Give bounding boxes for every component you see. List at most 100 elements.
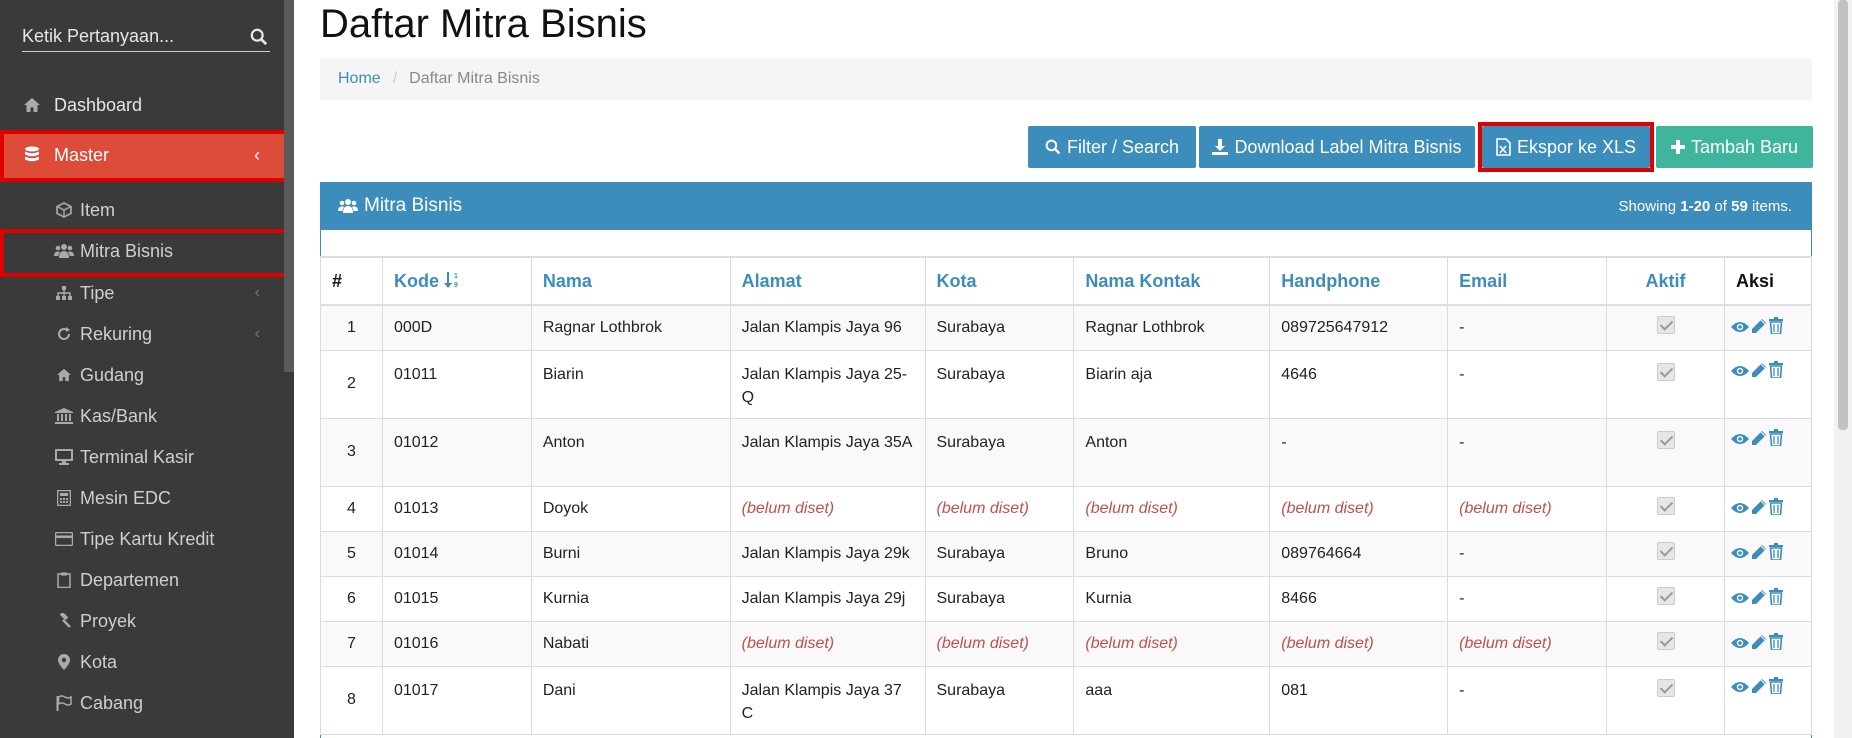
button-label: Filter / Search — [1066, 136, 1180, 157]
active-checkbox — [1656, 497, 1675, 515]
sidebar-scrollbar[interactable] — [284, 0, 294, 372]
add-new-button[interactable]: Tambah Baru — [1656, 126, 1813, 168]
cell-kode: 01013 — [381, 485, 532, 532]
panel-title: Mitra Bisnis — [364, 195, 463, 216]
col-header-nama[interactable]: Nama — [530, 256, 731, 306]
view-icon[interactable] — [1730, 320, 1749, 334]
view-icon[interactable] — [1730, 364, 1749, 378]
delete-icon[interactable] — [1768, 428, 1783, 446]
sidebar-item-terminal-kasir[interactable]: Terminal Kasir — [0, 437, 284, 477]
view-icon[interactable] — [1730, 680, 1749, 694]
download-label-button[interactable]: Download Label Mitra Bisnis — [1199, 126, 1475, 168]
cell-kota: (belum diset) — [924, 485, 1075, 532]
col-header-handphone[interactable]: Handphone — [1269, 256, 1449, 306]
sidebar-item-label: Mitra Bisnis — [80, 240, 174, 261]
cell-number: 4 — [320, 485, 383, 532]
sidebar-item-master[interactable]: Master ‹ — [0, 130, 284, 180]
cell-email: - — [1447, 665, 1608, 735]
view-icon[interactable] — [1730, 591, 1749, 605]
sidebar-item-dashboard[interactable]: Dashboard — [0, 80, 284, 130]
delete-icon[interactable] — [1768, 676, 1783, 694]
active-checkbox — [1656, 316, 1675, 335]
sidebar-item-label: Tipe Kartu Kredit — [80, 528, 215, 549]
sidebar-item-item[interactable]: Item — [0, 190, 284, 230]
sidebar-item-departemen[interactable]: Departemen — [0, 560, 284, 600]
filter-search-button[interactable]: Filter / Search — [1028, 126, 1196, 168]
cell-alamat: Jalan Klampis Jaya 29k — [729, 530, 926, 577]
cell-kode: 01014 — [381, 530, 532, 577]
cell-email: - — [1447, 575, 1608, 622]
cell-nama: Kurnia — [530, 575, 731, 622]
sitemap-icon — [54, 283, 74, 303]
sidebar-item-label: Gudang — [80, 364, 145, 385]
sidebar-item-kota[interactable]: Kota — [0, 642, 284, 682]
view-icon[interactable] — [1730, 432, 1749, 446]
cell-alamat: Jalan Klampis Jaya 96 — [729, 304, 926, 351]
edit-icon[interactable] — [1751, 362, 1767, 378]
edit-icon[interactable] — [1751, 499, 1767, 515]
sidebar-item-mesin-edc[interactable]: Mesin EDC — [0, 478, 284, 518]
cell-kota: Surabaya — [924, 349, 1075, 419]
cell-kode: 01015 — [381, 575, 532, 622]
cell-kota: Surabaya — [924, 665, 1075, 735]
summary-prefix: Showing — [1618, 197, 1681, 215]
table-row: 7 01016 Nabati (belum diset) (belum diset) (b… — [320, 620, 1813, 667]
delete-icon[interactable] — [1768, 632, 1783, 650]
edit-icon[interactable] — [1751, 430, 1767, 446]
search-input[interactable] — [22, 22, 242, 50]
sidebar-item-label: Mesin EDC — [80, 487, 172, 508]
sidebar-item-cabang[interactable]: Cabang — [0, 683, 284, 723]
view-icon[interactable] — [1730, 501, 1749, 515]
delete-icon[interactable] — [1768, 360, 1783, 378]
file-excel-icon — [1496, 138, 1511, 156]
col-header-kota[interactable]: Kota — [924, 256, 1075, 306]
delete-icon[interactable] — [1768, 542, 1783, 560]
sidebar-item-tipe[interactable]: Tipe ‹ — [0, 273, 284, 313]
button-label: Ekspor ke XLS — [1516, 136, 1637, 157]
export-xls-button[interactable]: Ekspor ke XLS — [1482, 126, 1650, 168]
search-icon[interactable] — [250, 28, 268, 46]
delete-icon[interactable] — [1768, 316, 1783, 334]
cell-aksi — [1723, 575, 1813, 622]
pagination-summary: Showing 1-20 of 59 items. — [1619, 198, 1792, 215]
sidebar-item-kas-bank[interactable]: Kas/Bank — [0, 396, 284, 436]
edit-icon[interactable] — [1751, 544, 1767, 560]
delete-icon[interactable] — [1768, 497, 1783, 515]
cell-aktif — [1606, 304, 1725, 351]
col-header-nama-kontak[interactable]: Nama Kontak — [1073, 256, 1271, 306]
users-icon — [338, 199, 358, 213]
table-row: 6 01015 Kurnia Jalan Klampis Jaya 29j Suraba… — [320, 575, 1813, 622]
cell-nama: Burni — [530, 530, 731, 577]
edit-icon[interactable] — [1751, 678, 1767, 694]
col-header-alamat[interactable]: Alamat — [729, 256, 926, 306]
cell-alamat: (belum diset) — [729, 620, 926, 667]
cell-aktif — [1606, 575, 1725, 622]
cell-nama: Nabati — [530, 620, 731, 667]
breadcrumb-home-link[interactable]: Home — [338, 70, 381, 88]
cell-aktif — [1606, 349, 1725, 419]
cell-nama-kontak: (belum diset) — [1073, 485, 1271, 532]
cell-nama: Anton — [530, 417, 731, 487]
sidebar-item-rekuring[interactable]: Rekuring ‹ — [0, 314, 284, 354]
cell-alamat: Jalan Klampis Jaya 29j — [729, 575, 926, 622]
col-header-aktif[interactable]: Aktif — [1606, 256, 1725, 306]
edit-icon[interactable] — [1751, 634, 1767, 650]
edit-icon[interactable] — [1751, 318, 1767, 334]
scrollbar-thumb[interactable] — [1838, 0, 1848, 430]
view-icon[interactable] — [1730, 546, 1749, 560]
edit-icon[interactable] — [1751, 589, 1767, 605]
sidebar-item-label: Item — [80, 199, 116, 220]
col-header-email[interactable]: Email — [1447, 256, 1608, 306]
sidebar-item-label: Tipe — [80, 282, 115, 303]
summary-range: 1-20 — [1680, 197, 1711, 215]
delete-icon[interactable] — [1768, 587, 1783, 605]
col-header-kode[interactable]: Kode 19 — [381, 256, 532, 306]
cell-email: (belum diset) — [1447, 620, 1608, 667]
sidebar-item-mitra-bisnis[interactable]: Mitra Bisnis — [0, 231, 284, 271]
page-scrollbar[interactable] — [1834, 0, 1852, 738]
view-icon[interactable] — [1730, 636, 1749, 650]
cell-kode: 01016 — [381, 620, 532, 667]
sidebar-item-gudang[interactable]: Gudang — [0, 355, 284, 395]
sidebar-item-proyek[interactable]: Proyek — [0, 601, 284, 641]
sidebar-item-tipe-kartu-kredit[interactable]: Tipe Kartu Kredit — [0, 519, 284, 559]
